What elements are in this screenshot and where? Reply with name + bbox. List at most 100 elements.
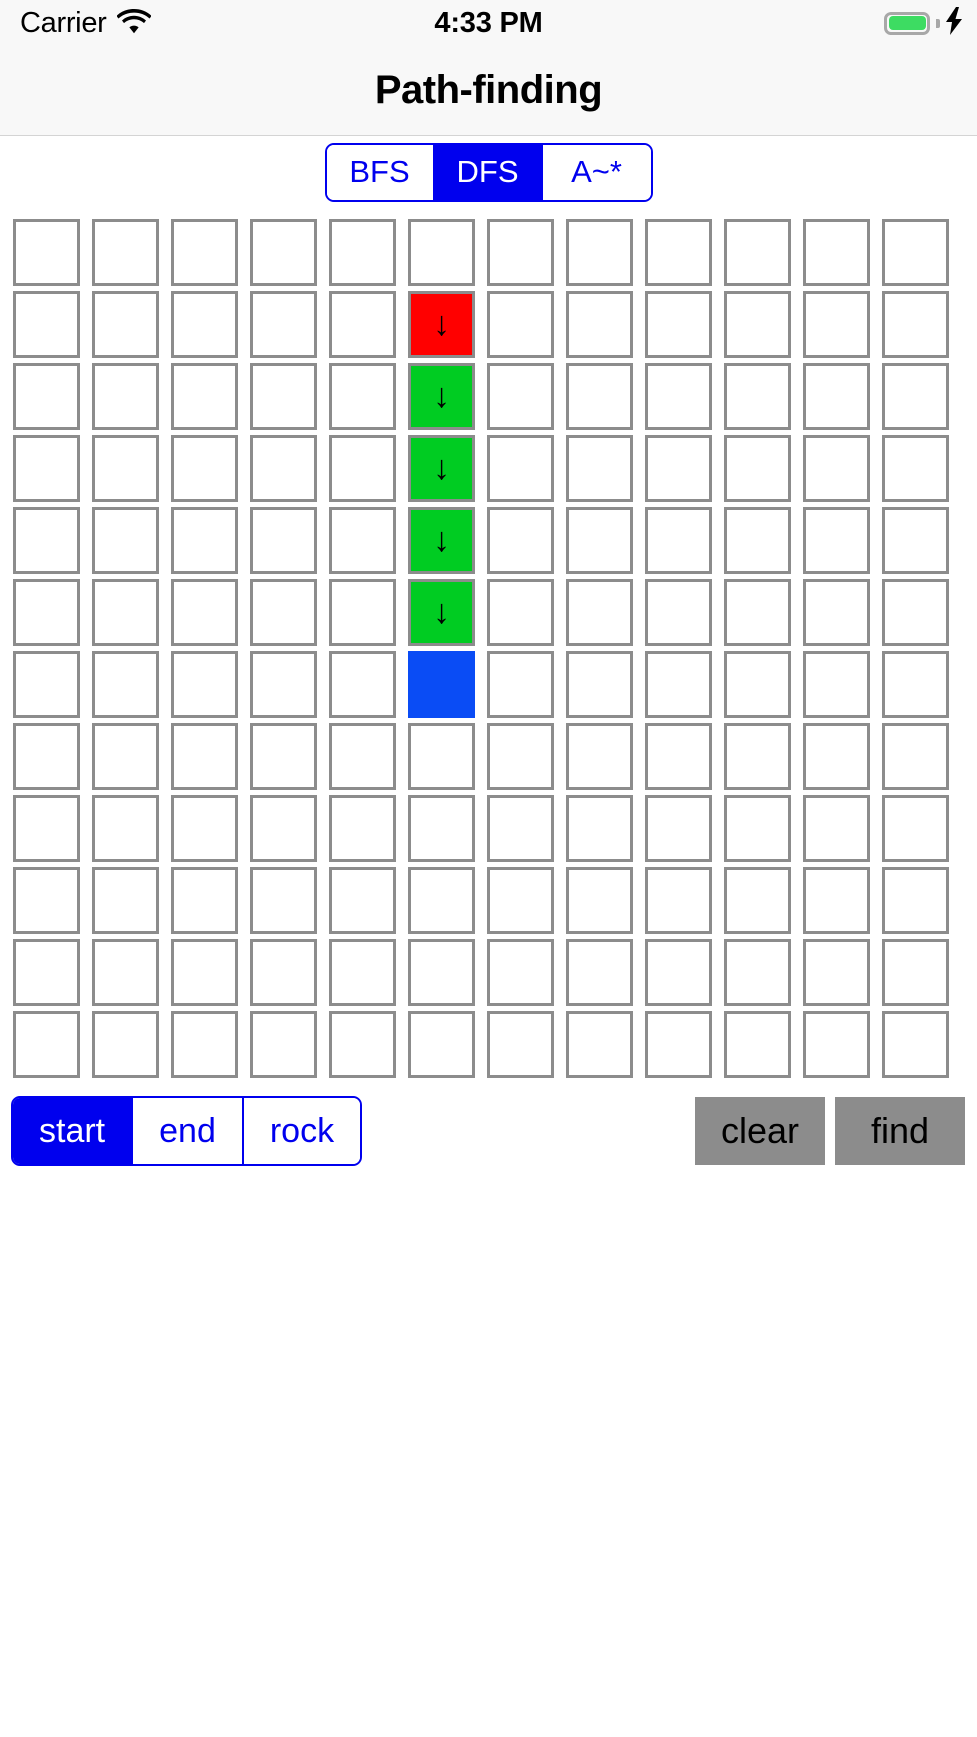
grid-cell[interactable] xyxy=(92,578,159,646)
grid-cell[interactable] xyxy=(882,722,949,790)
grid-cell[interactable] xyxy=(487,362,554,430)
grid-cell[interactable] xyxy=(724,866,791,934)
grid-cell[interactable] xyxy=(724,794,791,862)
grid-cell[interactable] xyxy=(329,1010,396,1078)
grid-cell[interactable] xyxy=(645,794,712,862)
grid-cell-path[interactable]: ↓ xyxy=(408,506,475,574)
grid-cell[interactable] xyxy=(487,650,554,718)
grid-cell-path[interactable]: ↓ xyxy=(408,578,475,646)
grid-cell[interactable] xyxy=(408,218,475,286)
grid-cell[interactable] xyxy=(250,650,317,718)
grid-cell[interactable] xyxy=(329,506,396,574)
grid-cell[interactable] xyxy=(250,938,317,1006)
grid-cell[interactable] xyxy=(645,434,712,502)
grid-cell[interactable] xyxy=(645,938,712,1006)
grid-cell[interactable] xyxy=(645,866,712,934)
grid-cell[interactable] xyxy=(882,362,949,430)
grid-cell[interactable] xyxy=(408,1010,475,1078)
grid-cell[interactable] xyxy=(250,794,317,862)
grid-cell[interactable] xyxy=(882,506,949,574)
grid-cell[interactable] xyxy=(803,290,870,358)
grid-cell[interactable] xyxy=(329,290,396,358)
grid-cell[interactable] xyxy=(487,722,554,790)
grid-cell[interactable] xyxy=(566,866,633,934)
grid-cell[interactable] xyxy=(13,362,80,430)
mode-segment-end[interactable]: end xyxy=(133,1097,244,1165)
grid-cell[interactable] xyxy=(566,434,633,502)
grid-cell[interactable] xyxy=(566,650,633,718)
grid-cell[interactable] xyxy=(250,218,317,286)
grid-cell[interactable] xyxy=(724,362,791,430)
grid-cell[interactable] xyxy=(566,578,633,646)
grid-cell[interactable] xyxy=(250,506,317,574)
mode-segment-rock[interactable]: rock xyxy=(243,1097,361,1165)
algorithm-segment-bfs[interactable]: BFS xyxy=(326,145,435,200)
grid-cell[interactable] xyxy=(13,1010,80,1078)
algorithm-segmented-control[interactable]: BFS DFS A~* xyxy=(324,143,653,202)
grid-cell[interactable] xyxy=(92,290,159,358)
grid-cell[interactable] xyxy=(408,794,475,862)
grid-cell[interactable] xyxy=(882,938,949,1006)
grid-cell[interactable] xyxy=(566,506,633,574)
grid-cell[interactable] xyxy=(171,290,238,358)
grid-cell[interactable] xyxy=(92,794,159,862)
grid-cell[interactable] xyxy=(92,1010,159,1078)
grid-cell[interactable] xyxy=(724,434,791,502)
grid-cell[interactable] xyxy=(803,866,870,934)
find-button[interactable]: find xyxy=(835,1097,965,1165)
grid-cell-path[interactable]: ↓ xyxy=(408,362,475,430)
grid-cell[interactable] xyxy=(171,794,238,862)
grid-cell[interactable] xyxy=(13,578,80,646)
grid-cell[interactable] xyxy=(171,434,238,502)
grid-cell[interactable] xyxy=(566,1010,633,1078)
grid-cell[interactable] xyxy=(13,218,80,286)
grid-cell[interactable] xyxy=(171,1010,238,1078)
grid-cell[interactable] xyxy=(487,578,554,646)
grid-cell[interactable] xyxy=(92,722,159,790)
grid-cell[interactable] xyxy=(566,362,633,430)
grid-cell[interactable] xyxy=(803,722,870,790)
grid-cell[interactable] xyxy=(645,506,712,574)
grid-cell[interactable] xyxy=(92,938,159,1006)
grid-cell[interactable] xyxy=(250,362,317,430)
grid-cell[interactable] xyxy=(13,650,80,718)
grid-cell[interactable] xyxy=(329,362,396,430)
grid-cell[interactable] xyxy=(645,650,712,718)
grid-cell[interactable] xyxy=(171,938,238,1006)
grid-cell[interactable] xyxy=(803,506,870,574)
grid-cell[interactable] xyxy=(92,506,159,574)
grid-cell[interactable] xyxy=(92,866,159,934)
grid-cell[interactable] xyxy=(882,290,949,358)
mode-segment-start[interactable]: start xyxy=(13,1097,134,1165)
grid-cell[interactable] xyxy=(92,218,159,286)
grid-cell[interactable] xyxy=(13,722,80,790)
grid-cell[interactable] xyxy=(250,1010,317,1078)
grid-cell[interactable] xyxy=(566,794,633,862)
grid-cell[interactable] xyxy=(92,650,159,718)
grid-cell[interactable] xyxy=(882,866,949,934)
grid-cell[interactable] xyxy=(329,938,396,1006)
grid-cell[interactable] xyxy=(803,650,870,718)
clear-button[interactable]: clear xyxy=(695,1097,825,1165)
grid-cell[interactable] xyxy=(408,938,475,1006)
grid-cell[interactable] xyxy=(882,650,949,718)
grid-cell[interactable] xyxy=(171,362,238,430)
grid-cell[interactable] xyxy=(171,506,238,574)
grid-cell[interactable] xyxy=(724,650,791,718)
algorithm-segment-a-[interactable]: A~* xyxy=(542,145,651,200)
grid-cell[interactable] xyxy=(487,938,554,1006)
grid-cell[interactable] xyxy=(724,938,791,1006)
grid-cell[interactable] xyxy=(171,866,238,934)
grid-cell[interactable] xyxy=(13,794,80,862)
grid-cell[interactable] xyxy=(882,794,949,862)
grid-cell[interactable] xyxy=(171,650,238,718)
grid-cell[interactable] xyxy=(250,434,317,502)
grid-cell[interactable] xyxy=(92,434,159,502)
grid-cell[interactable] xyxy=(408,722,475,790)
grid-cell[interactable] xyxy=(645,362,712,430)
grid-cell[interactable] xyxy=(724,218,791,286)
grid-cell[interactable] xyxy=(882,434,949,502)
grid-cell[interactable] xyxy=(13,866,80,934)
grid-cell[interactable] xyxy=(645,1010,712,1078)
grid-cell[interactable] xyxy=(13,434,80,502)
